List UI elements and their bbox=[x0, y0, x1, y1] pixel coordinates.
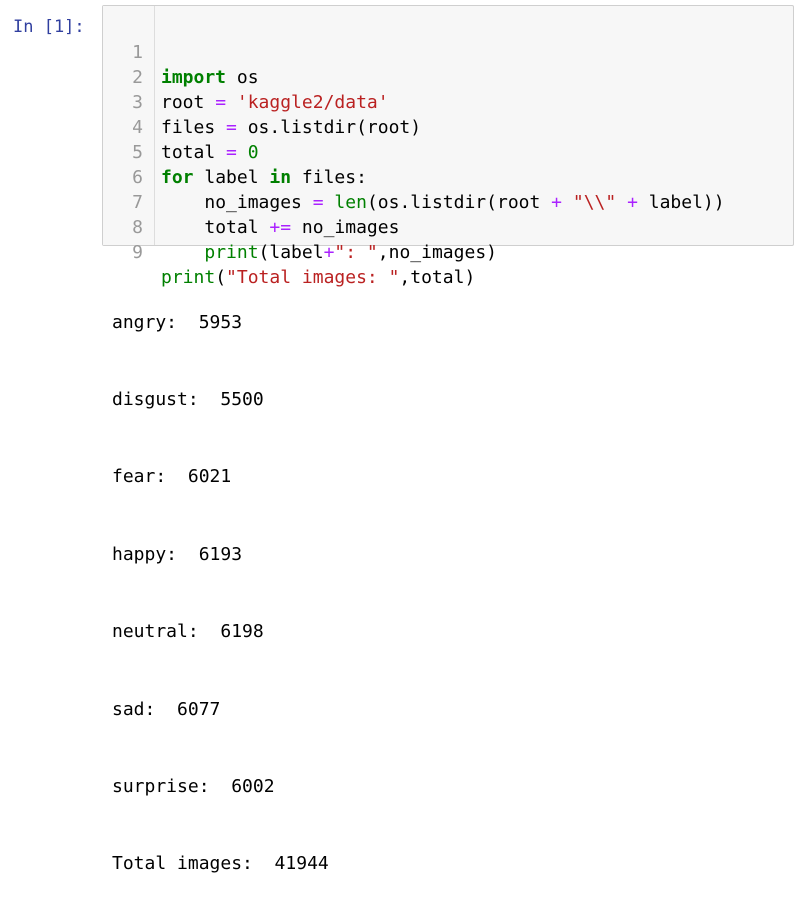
code-line: 7 total += no_images bbox=[103, 165, 793, 238]
code-line: 3 files = os.listdir(root) bbox=[103, 65, 793, 138]
code-token: ,total) bbox=[399, 267, 476, 288]
code-line: 8 print(label+": ",no_images) bbox=[103, 190, 793, 263]
output-line: sad: 6077 bbox=[112, 698, 221, 720]
output-line: Total images: 41944 bbox=[112, 853, 329, 875]
output-line: fear: 6021 bbox=[112, 466, 232, 488]
cell-output: angry: 5953 disgust: 5500 fear: 6021 hap… bbox=[112, 258, 329, 903]
output-line: neutral: 6198 bbox=[112, 621, 264, 643]
code-line: 6 no_images = len(os.listdir(root + "\\"… bbox=[103, 140, 793, 213]
code-editor[interactable]: 1 import os 2 root = 'kaggle2/data' 3 fi… bbox=[103, 15, 793, 288]
code-line: 5 for label in files: bbox=[103, 115, 793, 188]
output-line: happy: 6193 bbox=[112, 543, 243, 565]
input-prompt: In [1]: bbox=[13, 17, 85, 37]
output-line: angry: 5953 bbox=[112, 311, 243, 333]
code-line: 4 total = 0 bbox=[103, 90, 793, 163]
code-line: 2 root = 'kaggle2/data' bbox=[103, 40, 793, 113]
string-token: ": " bbox=[334, 242, 378, 263]
output-line: disgust: 5500 bbox=[112, 388, 264, 410]
code-line: 1 import os bbox=[103, 15, 793, 88]
code-cell[interactable]: 1 import os 2 root = 'kaggle2/data' 3 fi… bbox=[102, 5, 794, 288]
code-token: ,no_images) bbox=[377, 242, 497, 263]
code-line: 9 print("Total images: ",total) bbox=[103, 215, 793, 288]
output-line: surprise: 6002 bbox=[112, 775, 275, 797]
